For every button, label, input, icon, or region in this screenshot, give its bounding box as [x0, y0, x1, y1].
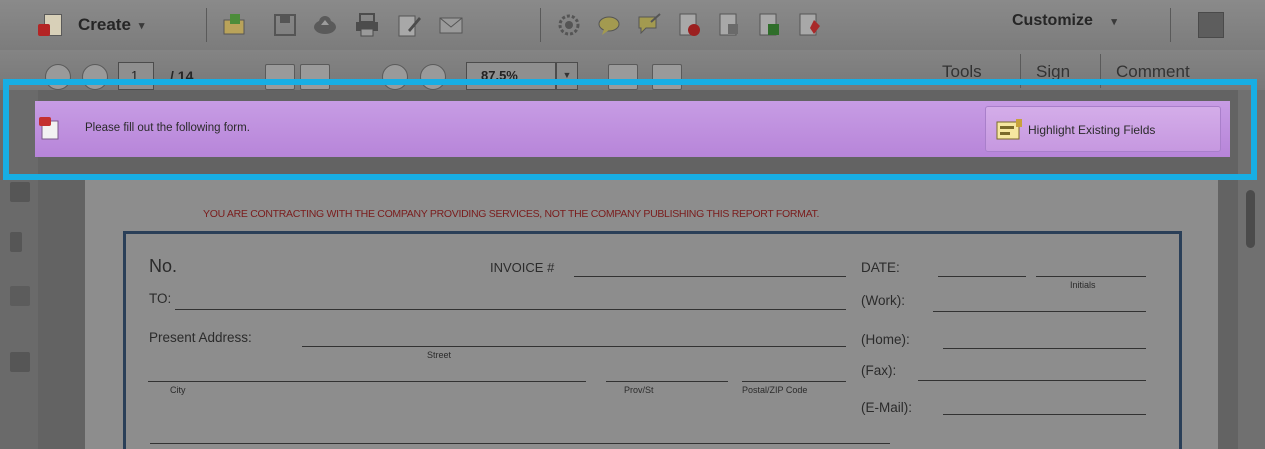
- address-line-field[interactable]: [150, 443, 890, 444]
- postal-field[interactable]: [742, 381, 846, 382]
- create-pdf-icon: [38, 12, 68, 38]
- print-icon[interactable]: [354, 12, 380, 38]
- bookmark-icon[interactable]: [10, 232, 22, 252]
- pdf-doc-icon[interactable]: [716, 12, 742, 38]
- to-field[interactable]: [175, 309, 846, 310]
- present-address-label: Present Address:: [149, 330, 252, 345]
- signature-icon[interactable]: [10, 352, 30, 372]
- street-label: Street: [427, 350, 452, 360]
- scrollbar-thumb[interactable]: [1246, 190, 1255, 248]
- toolbar-divider: [1170, 8, 1171, 42]
- date-label: DATE:: [861, 260, 900, 275]
- customize-label: Customize: [1012, 12, 1093, 29]
- email-label: (E-Mail):: [861, 400, 912, 415]
- prov-label: Prov/St: [624, 385, 654, 395]
- fax-field[interactable]: [918, 380, 1146, 381]
- attachment-icon[interactable]: [10, 286, 30, 306]
- to-label: TO:: [149, 291, 172, 306]
- invoice-form-frame: [123, 231, 1182, 449]
- contract-warning: YOU ARE CONTRACTING WITH THE COMPANY PRO…: [203, 208, 820, 220]
- open-folder-icon[interactable]: [222, 12, 248, 38]
- pdf-red-icon[interactable]: [676, 12, 702, 38]
- highlight-callout-frame: [3, 79, 1257, 180]
- home-phone-label: (Home):: [861, 332, 910, 347]
- pdf-star-icon[interactable]: [796, 12, 822, 38]
- work-phone-field[interactable]: [933, 311, 1146, 312]
- edit-icon[interactable]: [396, 12, 422, 38]
- save-icon[interactable]: [272, 12, 298, 38]
- chevron-down-icon: ▾: [1111, 16, 1117, 28]
- create-menu-button[interactable]: Create ▾: [38, 10, 144, 40]
- customize-menu-button[interactable]: Customize ▾: [1012, 12, 1117, 30]
- comment-icon[interactable]: [596, 12, 622, 38]
- initials-field[interactable]: [1036, 276, 1146, 277]
- invoice-field[interactable]: [574, 276, 846, 277]
- no-label: No.: [149, 256, 178, 276]
- work-phone-label: (Work):: [861, 293, 905, 308]
- chevron-down-icon: ▾: [138, 19, 145, 32]
- postal-label: Postal/ZIP Code: [742, 385, 808, 395]
- expand-icon[interactable]: [1198, 12, 1224, 38]
- settings-icon[interactable]: [556, 12, 582, 38]
- toolbar-divider: [206, 8, 207, 42]
- city-field[interactable]: [148, 381, 586, 382]
- page-thumbnails-icon[interactable]: [10, 182, 30, 202]
- date-field[interactable]: [938, 276, 1026, 277]
- fax-label: (Fax):: [861, 363, 897, 378]
- create-label: Create: [78, 15, 131, 34]
- toolbar-divider: [540, 8, 541, 42]
- email-icon[interactable]: [438, 12, 464, 38]
- home-phone-field[interactable]: [943, 348, 1146, 349]
- initials-label: Initials: [1070, 280, 1096, 290]
- email-field[interactable]: [943, 414, 1146, 415]
- prov-field[interactable]: [606, 381, 728, 382]
- invoice-label: INVOICE #: [490, 260, 555, 275]
- cloud-upload-icon[interactable]: [312, 12, 338, 38]
- pdf-green-icon[interactable]: [756, 12, 782, 38]
- sign-icon[interactable]: [636, 12, 662, 38]
- city-label: City: [170, 385, 186, 395]
- street-field[interactable]: [302, 346, 846, 347]
